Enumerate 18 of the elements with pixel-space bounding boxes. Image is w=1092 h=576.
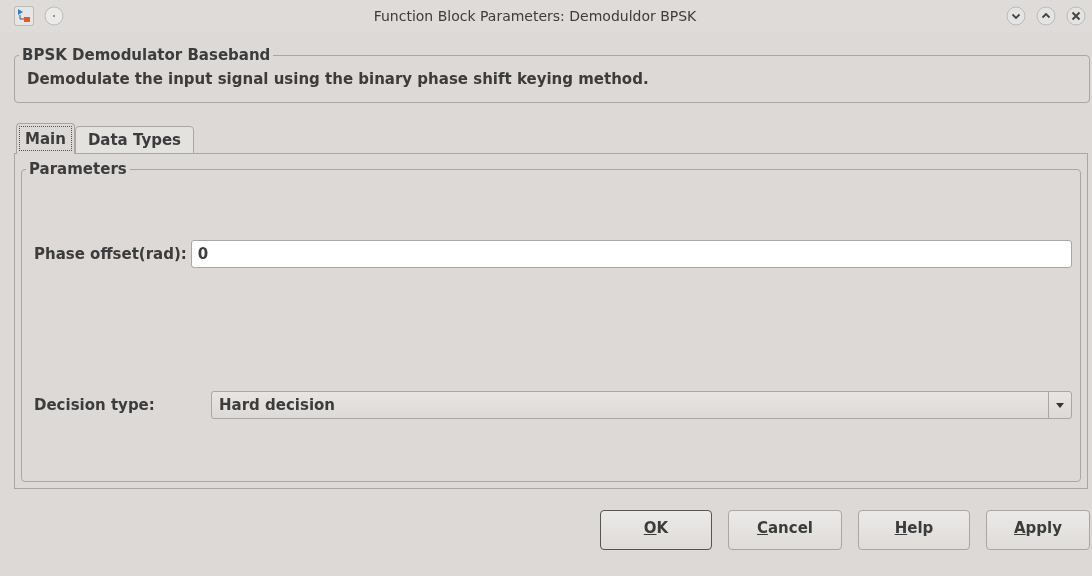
- maximize-button[interactable]: [1036, 6, 1056, 26]
- dialog-button[interactable]: Help: [858, 510, 970, 550]
- field-label: Phase offset(rad):: [34, 244, 187, 263]
- field-label: Decision type:: [34, 396, 156, 415]
- tab[interactable]: Data Types: [74, 126, 195, 154]
- minimize-button[interactable]: [1006, 6, 1026, 26]
- group-title: BPSK Demodulator Baseband: [21, 46, 272, 64]
- input-field[interactable]: 0: [190, 239, 1072, 268]
- window-title: Function Block Parameters: Demoduldor BPSK: [372, 8, 698, 24]
- dialog-button[interactable]: OK: [600, 510, 712, 550]
- close-button[interactable]: [1066, 6, 1086, 26]
- dropdown[interactable]: Hard decision: [211, 391, 1072, 420]
- group-title: Parameters: [28, 160, 128, 178]
- app-icon: [14, 6, 34, 26]
- description-text: Demodulate the input signal using the binary phase shift keying method.: [27, 70, 650, 88]
- dialog-button[interactable]: Apply: [986, 510, 1090, 550]
- dialog-button[interactable]: Cancel: [728, 510, 842, 550]
- tab[interactable]: Main: [16, 123, 75, 154]
